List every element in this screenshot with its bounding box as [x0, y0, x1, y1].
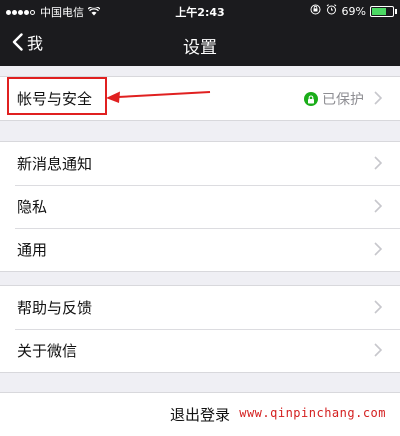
settings-row-help-feedback[interactable]: 帮助与反馈: [0, 286, 400, 329]
row-label: 隐私: [17, 198, 48, 216]
annotation-highlight-box: [7, 77, 107, 115]
chevron-right-icon: [374, 300, 382, 314]
battery-percent: 69%: [341, 4, 366, 18]
settings-row-notifications[interactable]: 新消息通知: [0, 142, 400, 185]
chevron-right-icon: [374, 242, 382, 256]
status-bar: 中国电信 上午2:43 69%: [0, 0, 400, 22]
settings-group-general: 新消息通知 隐私 通用: [0, 141, 400, 272]
lock-icon: [304, 92, 318, 106]
chevron-right-icon: [374, 156, 382, 170]
row-label: 新消息通知: [17, 155, 93, 173]
settings-row-general[interactable]: 通用: [0, 228, 400, 271]
alarm-icon: [326, 4, 337, 18]
row-label: 通用: [17, 241, 48, 259]
logout-label: 退出登录: [169, 406, 230, 424]
chevron-right-icon: [374, 91, 382, 105]
status-text: 已保护: [322, 92, 364, 108]
status-right: 69%: [310, 4, 397, 18]
row-label: 帮助与反馈: [17, 299, 93, 317]
settings-group-about: 帮助与反馈 关于微信: [0, 285, 400, 373]
battery-level: [372, 7, 386, 15]
settings-row-privacy[interactable]: 隐私: [0, 185, 400, 228]
settings-row-about-wechat[interactable]: 关于微信: [0, 329, 400, 372]
chevron-right-icon: [374, 199, 382, 213]
annotation-arrow-icon: [106, 91, 211, 103]
protection-status: 已保护: [304, 89, 364, 109]
orientation-lock-icon: [310, 4, 321, 18]
navigation-bar: 我 设置: [0, 22, 400, 66]
battery-icon: [370, 5, 397, 17]
page-title: 设置: [183, 38, 217, 58]
watermark: www.qinpinchang.com: [239, 406, 386, 420]
row-label: 关于微信: [17, 342, 78, 360]
chevron-right-icon: [374, 343, 382, 357]
